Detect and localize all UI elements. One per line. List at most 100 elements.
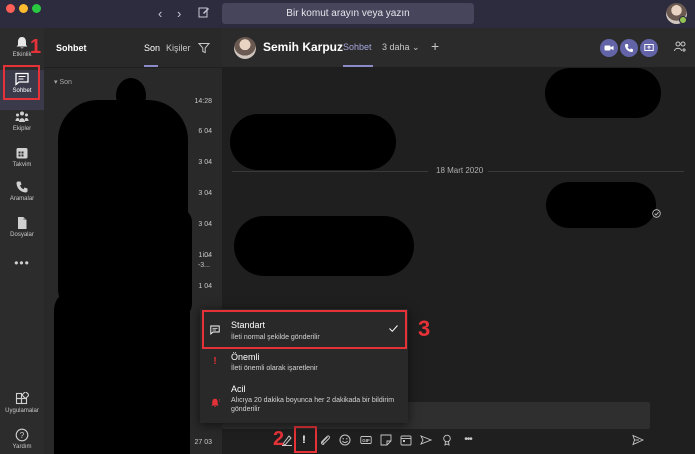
more-options-icon[interactable]: ••• xyxy=(462,434,474,446)
video-call-button[interactable] xyxy=(600,39,618,57)
redaction-blob xyxy=(234,216,414,276)
svg-text:?: ? xyxy=(20,431,25,440)
rail-item-label: Yardım xyxy=(12,444,32,450)
sticker-icon[interactable] xyxy=(380,434,392,446)
menu-item-description: İleti önemli olarak işaretlenir xyxy=(231,365,318,372)
praise-icon[interactable] xyxy=(441,434,453,446)
chat-time: 6 04 xyxy=(198,128,212,135)
teams-icon xyxy=(15,111,29,122)
annotation-number: 3 xyxy=(418,316,431,341)
chat-list-title: Sohbet xyxy=(56,43,87,53)
contact-avatar[interactable] xyxy=(234,37,256,59)
rail-item-teams[interactable]: Ekipler xyxy=(0,108,44,148)
add-people-icon[interactable] xyxy=(674,40,687,53)
chat-time: 27 03 xyxy=(194,439,212,446)
redaction-blob xyxy=(116,78,146,113)
urgent-bell-icon: ! xyxy=(211,398,220,408)
menu-item-title: Acil xyxy=(231,384,246,394)
bell-icon xyxy=(16,37,28,49)
tab-underline xyxy=(144,65,158,67)
tab-more[interactable]: 3 daha ⌄ xyxy=(382,42,420,53)
help-icon: ? xyxy=(15,428,29,442)
rail-item-label: Uygulamalar xyxy=(5,408,39,414)
highlight-box-standard xyxy=(202,310,407,349)
more-dots-icon: ••• xyxy=(14,256,30,270)
svg-text:GIF: GIF xyxy=(362,438,370,443)
chat-time: 3 04 xyxy=(198,159,212,166)
chat-list-pane: Sohbet Son Kişiler ▾ Son 14:28 6 04 3 04… xyxy=(44,28,222,454)
window-minimize-dot[interactable] xyxy=(19,4,28,13)
contact-name[interactable]: Semih Karpuz xyxy=(263,40,343,54)
add-tab-button[interactable]: + xyxy=(431,38,439,54)
read-receipt-icon xyxy=(652,209,661,218)
forward-arrow-icon[interactable]: › xyxy=(177,6,181,21)
emoji-icon[interactable] xyxy=(339,434,351,446)
chat-snippet: -3... xyxy=(197,262,210,269)
tab-contacts[interactable]: Kişiler xyxy=(166,43,191,53)
redaction-blob xyxy=(230,114,396,170)
tab-recent[interactable]: Son xyxy=(144,43,160,53)
share-screen-icon xyxy=(644,44,654,51)
rail-item-more[interactable]: ••• xyxy=(0,254,44,272)
chevron-down-icon: ⌄ xyxy=(412,42,420,52)
important-exclamation-icon: ! xyxy=(213,356,217,367)
date-separator-label: 18 Mart 2020 xyxy=(436,166,484,175)
chat-header: Semih Karpuz Sohbet 3 daha ⌄ + xyxy=(222,28,695,68)
menu-item-important[interactable]: ! Önemli İleti önemli olarak işaretlenir xyxy=(200,349,408,381)
separator-line xyxy=(232,171,428,172)
chat-time: 3 04 xyxy=(198,190,212,197)
rail-item-label: Aramalar xyxy=(9,196,35,202)
window-zoom-dot[interactable] xyxy=(32,4,41,13)
redaction-blob xyxy=(545,68,661,118)
meeting-icon[interactable] xyxy=(400,434,412,446)
calendar-icon xyxy=(16,148,28,159)
menu-item-title: Önemli xyxy=(231,352,260,362)
chat-time: 1 04 xyxy=(198,283,212,290)
video-camera-icon xyxy=(604,45,614,51)
rail-item-label: Ekipler xyxy=(12,126,32,132)
send-icon[interactable] xyxy=(632,434,644,446)
presence-available-icon xyxy=(679,16,687,24)
rail-item-files[interactable]: Dosyalar xyxy=(0,214,44,254)
rail-item-label: Dosyalar xyxy=(10,232,34,238)
date-separator: 18 Mart 2020 xyxy=(222,165,695,177)
rail-item-help[interactable]: ? Yardım xyxy=(0,426,44,454)
annotation-number: 2 xyxy=(273,428,285,450)
tab-chat[interactable]: Sohbet xyxy=(343,42,372,52)
search-input[interactable]: Bir komut arayın veya yazın xyxy=(222,3,474,24)
annotation-number: 1 xyxy=(30,36,42,58)
phone-icon xyxy=(16,181,28,193)
audio-call-button[interactable] xyxy=(620,39,638,57)
menu-item-description: Alıcıya 20 dakika boyunca her 2 dakikada… xyxy=(231,397,395,413)
back-arrow-icon[interactable]: ‹ xyxy=(158,6,162,21)
redaction-blob xyxy=(164,208,192,318)
phone-icon xyxy=(625,44,633,52)
chat-time: 1 04 xyxy=(198,252,212,259)
window-close-dot[interactable] xyxy=(6,4,15,13)
tab-underline xyxy=(343,65,373,67)
chat-time: 3 04 xyxy=(198,221,212,228)
redaction-blob xyxy=(546,182,656,228)
compose-icon[interactable] xyxy=(198,6,210,18)
filter-icon[interactable] xyxy=(198,42,210,54)
apps-icon xyxy=(15,392,29,405)
stream-icon[interactable] xyxy=(420,434,432,446)
file-icon xyxy=(18,217,27,229)
chat-time: 14:28 xyxy=(194,98,212,105)
separator-line xyxy=(488,171,684,172)
chat-list-header: Sohbet Son Kişiler xyxy=(44,28,222,68)
section-recent[interactable]: ▾ Son xyxy=(54,78,72,86)
more-tabs-label: 3 daha xyxy=(382,42,410,52)
section-label-text: Son xyxy=(59,79,72,86)
menu-item-urgent[interactable]: ! Acil Alıcıya 20 dakika boyunca her 2 d… xyxy=(200,381,408,423)
highlight-box-chat xyxy=(3,65,40,100)
svg-text:!: ! xyxy=(219,398,220,403)
share-screen-button[interactable] xyxy=(640,39,658,57)
gif-icon[interactable]: GIF xyxy=(360,434,372,446)
attach-icon[interactable] xyxy=(319,434,331,446)
rail-item-apps[interactable]: Uygulamalar xyxy=(0,390,44,430)
title-bar: ‹ › Bir komut arayın veya yazın xyxy=(0,0,695,28)
highlight-box-priority xyxy=(294,426,317,453)
rail-item-calls[interactable]: Aramalar xyxy=(0,178,44,218)
rail-item-label: Takvim xyxy=(12,162,32,168)
